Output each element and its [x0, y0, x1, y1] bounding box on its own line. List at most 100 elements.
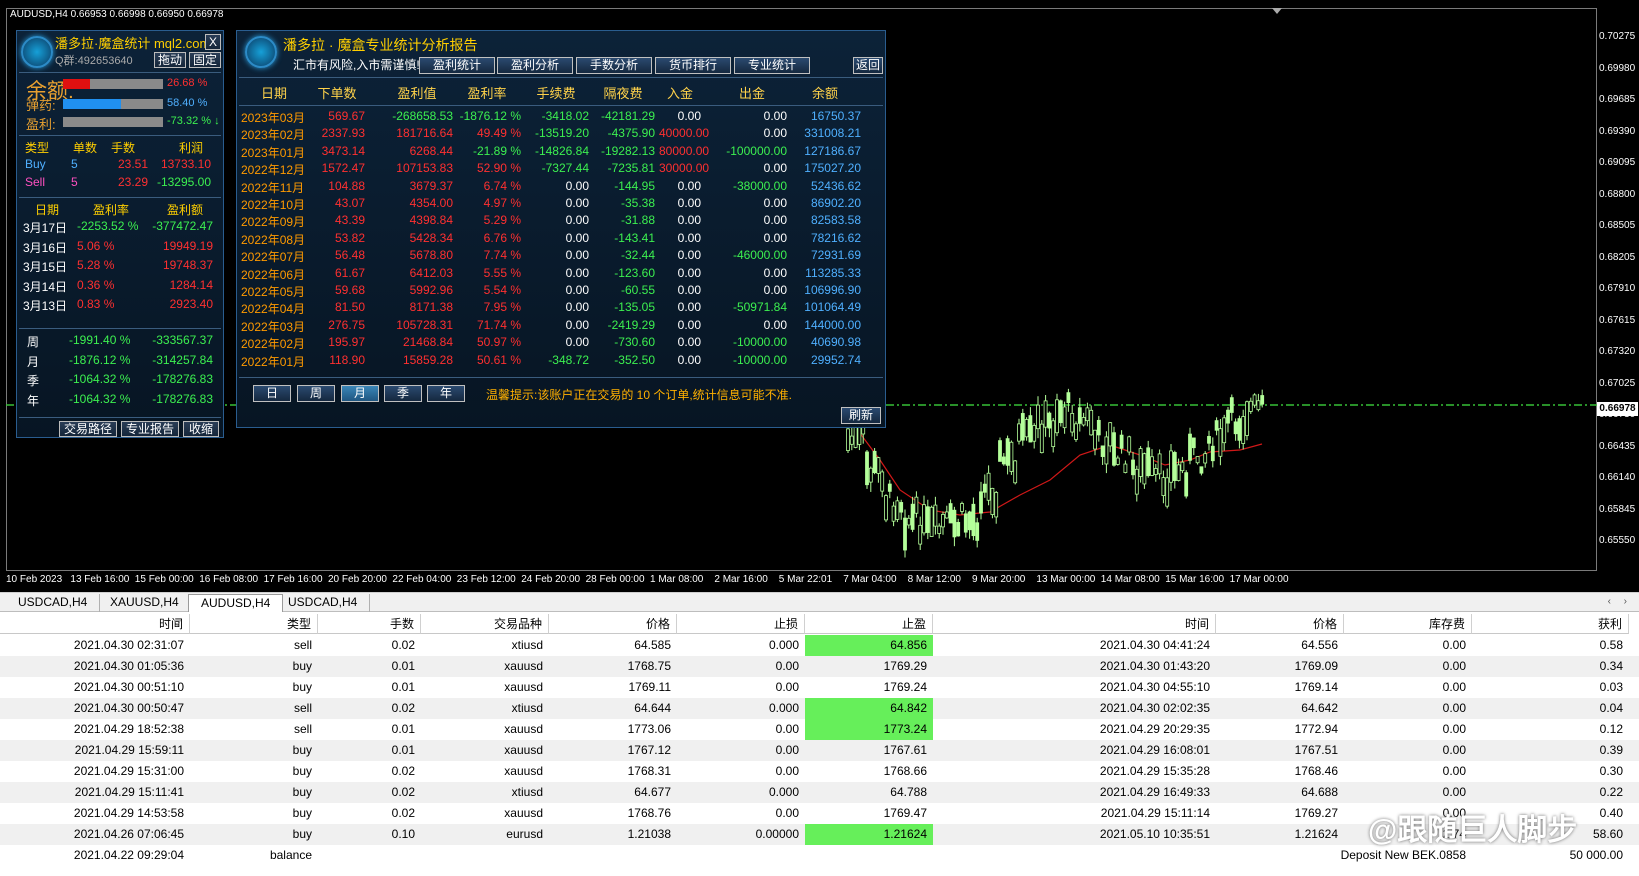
- table-cell: balance: [269, 848, 312, 862]
- report-cell: -348.72: [548, 352, 589, 367]
- chart-tab[interactable]: AUDUSD,H4: [188, 594, 284, 612]
- table-cell: xauusd: [504, 806, 543, 820]
- candle-body: [903, 517, 907, 551]
- refresh-button[interactable]: 刷新: [841, 407, 881, 424]
- divider: [19, 197, 221, 198]
- table-row[interactable]: 2021.04.29 15:11:41 buy 0.02 xtiusd 64.677 0.…: [0, 782, 1639, 803]
- table-cell: 2021.04.29 16:08:01: [1099, 743, 1210, 757]
- candle-body: [846, 428, 850, 451]
- table-column-header[interactable]: 交易品种: [421, 614, 549, 634]
- report-cell: 71.74 %: [476, 317, 521, 332]
- table-cell: 1769.14: [1294, 680, 1338, 694]
- report-tab[interactable]: 专业统计: [734, 57, 810, 74]
- chart-tab[interactable]: USDCAD,H4: [6, 594, 101, 612]
- period-button[interactable]: 周: [297, 385, 335, 402]
- fix-button[interactable]: 固定: [189, 52, 221, 68]
- table-cell: 0.00: [1442, 638, 1466, 652]
- report-tab[interactable]: 货币排行: [655, 57, 731, 74]
- position-row-buy: Buy 5 23.51 13733.10: [25, 157, 211, 171]
- table-row[interactable]: 2021.04.29 15:31:00 buy 0.02 xauusd 1768.31 0…: [0, 761, 1639, 782]
- table-row[interactable]: 2021.04.30 00:51:10 buy 0.01 xauusd 1769.11 0…: [0, 677, 1639, 698]
- report-cell: -50971.84: [732, 300, 787, 315]
- candle-body: [1047, 412, 1052, 429]
- period-button[interactable]: 季: [384, 385, 422, 402]
- watermark: @跟随巨人脚步: [1368, 814, 1578, 847]
- table-column-header[interactable]: 时间: [0, 614, 190, 634]
- report-column-header: 入金: [666, 86, 693, 101]
- table-row[interactable]: 2021.04.30 00:50:47 sell 0.02 xtiusd 64.644 0…: [0, 698, 1639, 719]
- period-button[interactable]: 日: [253, 385, 291, 402]
- drag-button[interactable]: 拖动: [154, 52, 186, 68]
- candle-body: [1013, 460, 1018, 484]
- report-cell: 0.00: [677, 283, 701, 297]
- period-button[interactable]: 月: [341, 385, 379, 402]
- candle-body: [1226, 409, 1230, 424]
- collapse-button[interactable]: 收缩: [183, 421, 219, 437]
- report-cell: 0.00: [677, 265, 701, 280]
- candle-body: [1055, 399, 1059, 434]
- candle-body: [1074, 423, 1078, 440]
- sort-desc-icon[interactable]: ▽: [174, 618, 181, 629]
- chart-tab[interactable]: USDCAD,H4: [276, 594, 371, 612]
- report-cell: -268658.53: [392, 109, 453, 123]
- report-tab[interactable]: 盈利分析: [497, 57, 573, 74]
- back-button[interactable]: 返回: [853, 57, 883, 74]
- profit-percent: -73.32 % ↓: [167, 115, 220, 127]
- report-cell: -21.89 %: [472, 143, 521, 158]
- report-cell: 0.00: [677, 213, 701, 228]
- table-cell: 1769.29: [883, 659, 927, 673]
- scroll-left-icon[interactable]: ‹: [1608, 596, 1611, 607]
- divider: [239, 377, 883, 378]
- candle-body: [956, 522, 961, 537]
- report-cell: -4375.90: [607, 126, 655, 141]
- report-cell: 0.00: [677, 300, 701, 315]
- daily-date: 3月15日: [23, 260, 68, 274]
- chart-shift-marker-icon[interactable]: [1272, 8, 1282, 14]
- table-cell: 0.00: [1442, 743, 1466, 757]
- table-row[interactable]: 2021.04.29 18:52:38 sell 0.01 xauusd 1773.06…: [0, 719, 1639, 740]
- pro-report-button[interactable]: 专业报告: [121, 421, 179, 437]
- price-tick-label: 0.65550: [1599, 535, 1636, 546]
- time-tick-label: 7 Mar 04:00: [843, 574, 897, 585]
- table-column-header[interactable]: 手数: [318, 614, 421, 634]
- table-column-header[interactable]: 价格: [1216, 614, 1344, 634]
- table-row[interactable]: 2021.04.29 15:59:11 buy 0.01 xauusd 1767.12 0…: [0, 740, 1639, 761]
- table-column-header[interactable]: 类型: [190, 614, 318, 634]
- period-button[interactable]: 年: [427, 385, 465, 402]
- table-column-header[interactable]: 时间: [933, 614, 1216, 634]
- daily-rate: 0.83 %: [77, 297, 115, 311]
- close-button[interactable]: X: [205, 34, 221, 50]
- scroll-right-icon[interactable]: ›: [1624, 596, 1627, 607]
- price-tick-label: 0.68800: [1599, 188, 1636, 200]
- table-column-header[interactable]: 价格: [549, 614, 677, 634]
- table-column-header[interactable]: 止盈: [805, 614, 933, 634]
- report-tab[interactable]: 手数分析: [576, 57, 652, 74]
- table-column-header[interactable]: 止损: [677, 614, 805, 634]
- period-label: 月: [27, 354, 40, 369]
- table-column-header[interactable]: 库存费: [1344, 614, 1472, 634]
- divider: [239, 105, 883, 106]
- candle-body: [1248, 400, 1253, 412]
- report-cell: -730.60: [614, 335, 655, 350]
- price-chart[interactable]: AUDUSD,H4 0.66953 0.66998 0.66950 0.6697…: [0, 0, 1639, 592]
- table-row[interactable]: 2021.04.30 02:31:07 sell 0.02 xtiusd 64.585 0…: [0, 635, 1639, 656]
- candle-body: [941, 514, 945, 528]
- trade-path-button[interactable]: 交易路径: [59, 421, 117, 437]
- report-cell: 2022年10月: [241, 198, 306, 212]
- table-cell: 64.642: [1301, 701, 1338, 715]
- time-tick-label: 10 Feb 2023: [6, 574, 63, 585]
- candle-body: [952, 509, 957, 538]
- report-cell: 56.48: [334, 248, 365, 263]
- table-row[interactable]: 2021.04.30 01:05:36 buy 0.01 xauusd 1768.75 0…: [0, 656, 1639, 677]
- report-cell: 2022年08月: [241, 232, 306, 247]
- candle-body: [933, 504, 938, 527]
- report-tab[interactable]: 盈利统计: [419, 57, 495, 74]
- report-cell: 1572.47: [321, 161, 365, 176]
- chart-tab[interactable]: XAUUSD,H4: [98, 594, 192, 612]
- table-column-header[interactable]: 获利: [1472, 614, 1629, 634]
- candle-body: [1070, 413, 1075, 433]
- table-cell: 1769.27: [1294, 806, 1338, 820]
- report-cell: 80000.00: [659, 143, 710, 158]
- report-cell: 40000.00: [659, 126, 710, 141]
- table-cell: 2021.04.29 15:11:41: [74, 785, 184, 799]
